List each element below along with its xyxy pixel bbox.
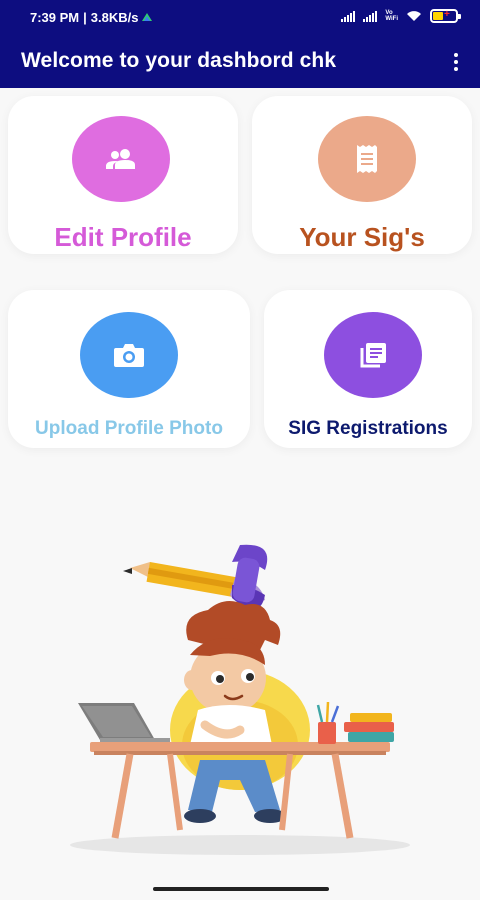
receipt-icon — [357, 145, 377, 173]
your-sigs-label: Your Sig's — [299, 222, 425, 252]
signal-strength-icon — [341, 10, 356, 22]
upload-photo-label: Upload Profile Photo — [35, 418, 223, 439]
app-title: Welcome to your dashbord chk — [21, 49, 337, 72]
sig-registrations-card[interactable]: SIG Registrations — [264, 290, 472, 448]
pencil-illustration — [123, 544, 268, 610]
edit-profile-circle — [72, 116, 170, 202]
your-sigs-card[interactable]: Your Sig's — [252, 96, 472, 254]
vowifi-label: Vo WiFi — [385, 10, 398, 22]
your-sigs-circle — [318, 116, 416, 202]
app-bar: Welcome to your dashbord chk — [0, 36, 480, 88]
sig-registrations-circle — [324, 312, 422, 398]
upload-photo-circle — [80, 312, 178, 398]
status-separator: | — [83, 10, 87, 25]
people-icon — [106, 149, 135, 169]
status-network-speed: 3.8KB/s — [90, 10, 139, 25]
status-right: Vo WiFi + — [341, 9, 461, 23]
boy-studying-illustration — [70, 544, 410, 855]
status-left: 7:39 PM | 3.8KB/s — [30, 10, 153, 25]
home-indicator[interactable] — [153, 887, 329, 891]
camera-icon — [114, 344, 144, 367]
drive-sync-icon — [142, 12, 153, 21]
signal-strength-icon-2 — [363, 10, 378, 22]
edit-profile-card[interactable]: Edit Profile — [8, 96, 238, 254]
laptop-illustration — [78, 703, 170, 743]
more-vert-icon[interactable] — [446, 50, 466, 74]
wifi-icon — [407, 11, 421, 21]
battery-icon: + — [430, 9, 461, 23]
status-bar: 7:39 PM | 3.8KB/s Vo WiFi + — [0, 0, 480, 36]
sig-registrations-label: SIG Registrations — [288, 418, 448, 439]
upload-photo-card[interactable]: Upload Profile Photo — [8, 290, 250, 448]
library-books-icon — [360, 343, 386, 368]
edit-profile-label: Edit Profile — [54, 222, 192, 252]
status-time: 7:39 PM — [30, 10, 80, 25]
